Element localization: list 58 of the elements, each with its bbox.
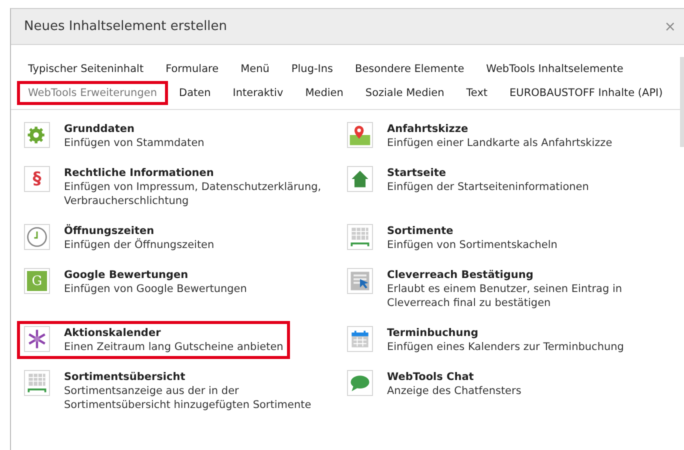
map-pin-icon: [348, 123, 372, 147]
item-title: Öffnungszeiten: [64, 224, 156, 238]
content-element-item[interactable]: Terminbuchung Einfügen eines Kalenders zur Terminbuchung: [340, 321, 631, 359]
content-element-item[interactable]: Sortimente Einfügen von Sortimentskacheln: [340, 219, 564, 257]
tab[interactable]: Text: [455, 81, 499, 105]
content-element-item[interactable]: WebTools Chat Anzeige des Chatfensters: [340, 365, 528, 417]
cursor-icon: [348, 269, 372, 293]
tab[interactable]: Interaktiv: [222, 81, 294, 105]
item-description: Einfügen der Öffnungszeiten: [64, 238, 214, 252]
tab[interactable]: Plug-Ins: [280, 57, 344, 81]
item-title: Grunddaten: [64, 122, 136, 136]
dialog-title: Neues Inhaltselement erstellen: [24, 19, 228, 34]
tab[interactable]: Formulare: [154, 57, 230, 81]
item-title: WebTools Chat: [387, 370, 475, 384]
content-element-item[interactable]: Grunddaten Einfügen von Stammdaten: [17, 117, 212, 155]
item-description: Anzeige des Chatfensters: [387, 384, 522, 398]
scrollbar[interactable]: [680, 57, 684, 147]
item-description: Einfügen eines Kalenders zur Terminbuchung: [387, 340, 624, 354]
item-title: Rechtliche Informationen: [64, 166, 215, 180]
content-element-item[interactable]: § Rechtliche Informationen Einfügen von Impressum, Datenschutzerklärung, Verbraucherschlichtung: [17, 161, 340, 213]
item-description: Erlaubt es einem Benutzer, seinen Eintrag in Cleverreach final zu bestätigen: [387, 282, 624, 310]
item-description: Einfügen einer Landkarte als Anfahrtskizze: [387, 136, 612, 150]
item-description: Einfügen von Google Bewertungen: [64, 282, 247, 296]
content-element-item[interactable]: Sortimentsübersicht Sortimentsanzeige aus der in der Sortimentsübersicht hinzugefügten Sortimente: [17, 365, 340, 417]
item-description: Einfügen von Sortimentskacheln: [387, 238, 558, 252]
paragraph-icon: §: [32, 170, 42, 188]
tab[interactable]: Typischer Seiteninhalt: [17, 57, 155, 81]
item-title: Sortimente: [387, 224, 454, 238]
tab[interactable]: Medien: [294, 81, 354, 105]
item-title: Anfahrtskizze: [387, 122, 470, 136]
item-title: Aktionskalender: [64, 326, 162, 340]
content-element-item[interactable]: Cleverreach Bestätigung Erlaubt es einem Benutzer, seinen Eintrag in Cleverreach final zu bestätigen: [340, 263, 669, 315]
item-description: Einfügen von Impressum, Datenschutzerklärung, Verbraucherschlichtung: [64, 180, 322, 208]
tab[interactable]: EUROBAUSTOFF Inhalte (API): [498, 81, 674, 105]
grid-icon: [25, 371, 49, 395]
content-element-item[interactable]: Startseite Einfügen der Startseiteninformationen: [340, 161, 596, 213]
item-description: Einen Zeitraum lang Gutscheine anbieten: [64, 340, 284, 354]
grid-icon: [348, 225, 372, 249]
letter-g-icon: G: [27, 271, 47, 291]
content-element-item[interactable]: Anfahrtskizze Einfügen einer Landkarte als Anfahrtskizze: [340, 117, 620, 155]
item-description: Sortimentsanzeige aus der in der Sortimentsübersicht hinzugefügten Sortimente: [64, 384, 312, 412]
item-title: Terminbuchung: [387, 326, 480, 340]
item-description: Einfügen von Stammdaten: [64, 136, 204, 150]
content-element-item[interactable]: G Google Bewertungen Einfügen von Google Bewertungen: [17, 263, 254, 315]
item-title: Google Bewertungen: [64, 268, 190, 282]
tab[interactable]: WebTools Erweiterungen: [17, 81, 168, 105]
item-title: Sortimentsübersicht: [64, 370, 186, 384]
item-title: Startseite: [387, 166, 447, 180]
tab[interactable]: Soziale Medien: [354, 81, 456, 105]
item-title: Cleverreach Bestätigung: [387, 268, 534, 282]
content-element-item[interactable]: Öffnungszeiten Einfügen der Öffnungszeiten: [17, 219, 222, 257]
tab[interactable]: Daten: [168, 81, 222, 105]
tab[interactable]: WebTools Inhaltselemente: [475, 57, 634, 81]
item-description: Einfügen der Startseiteninformationen: [387, 180, 589, 194]
tab[interactable]: Menü: [230, 57, 280, 81]
tab[interactable]: Besondere Elemente: [344, 57, 476, 81]
clock-icon: [25, 225, 49, 249]
content-element-item[interactable]: Aktionskalender Einen Zeitraum lang Gutscheine anbieten: [17, 321, 290, 359]
